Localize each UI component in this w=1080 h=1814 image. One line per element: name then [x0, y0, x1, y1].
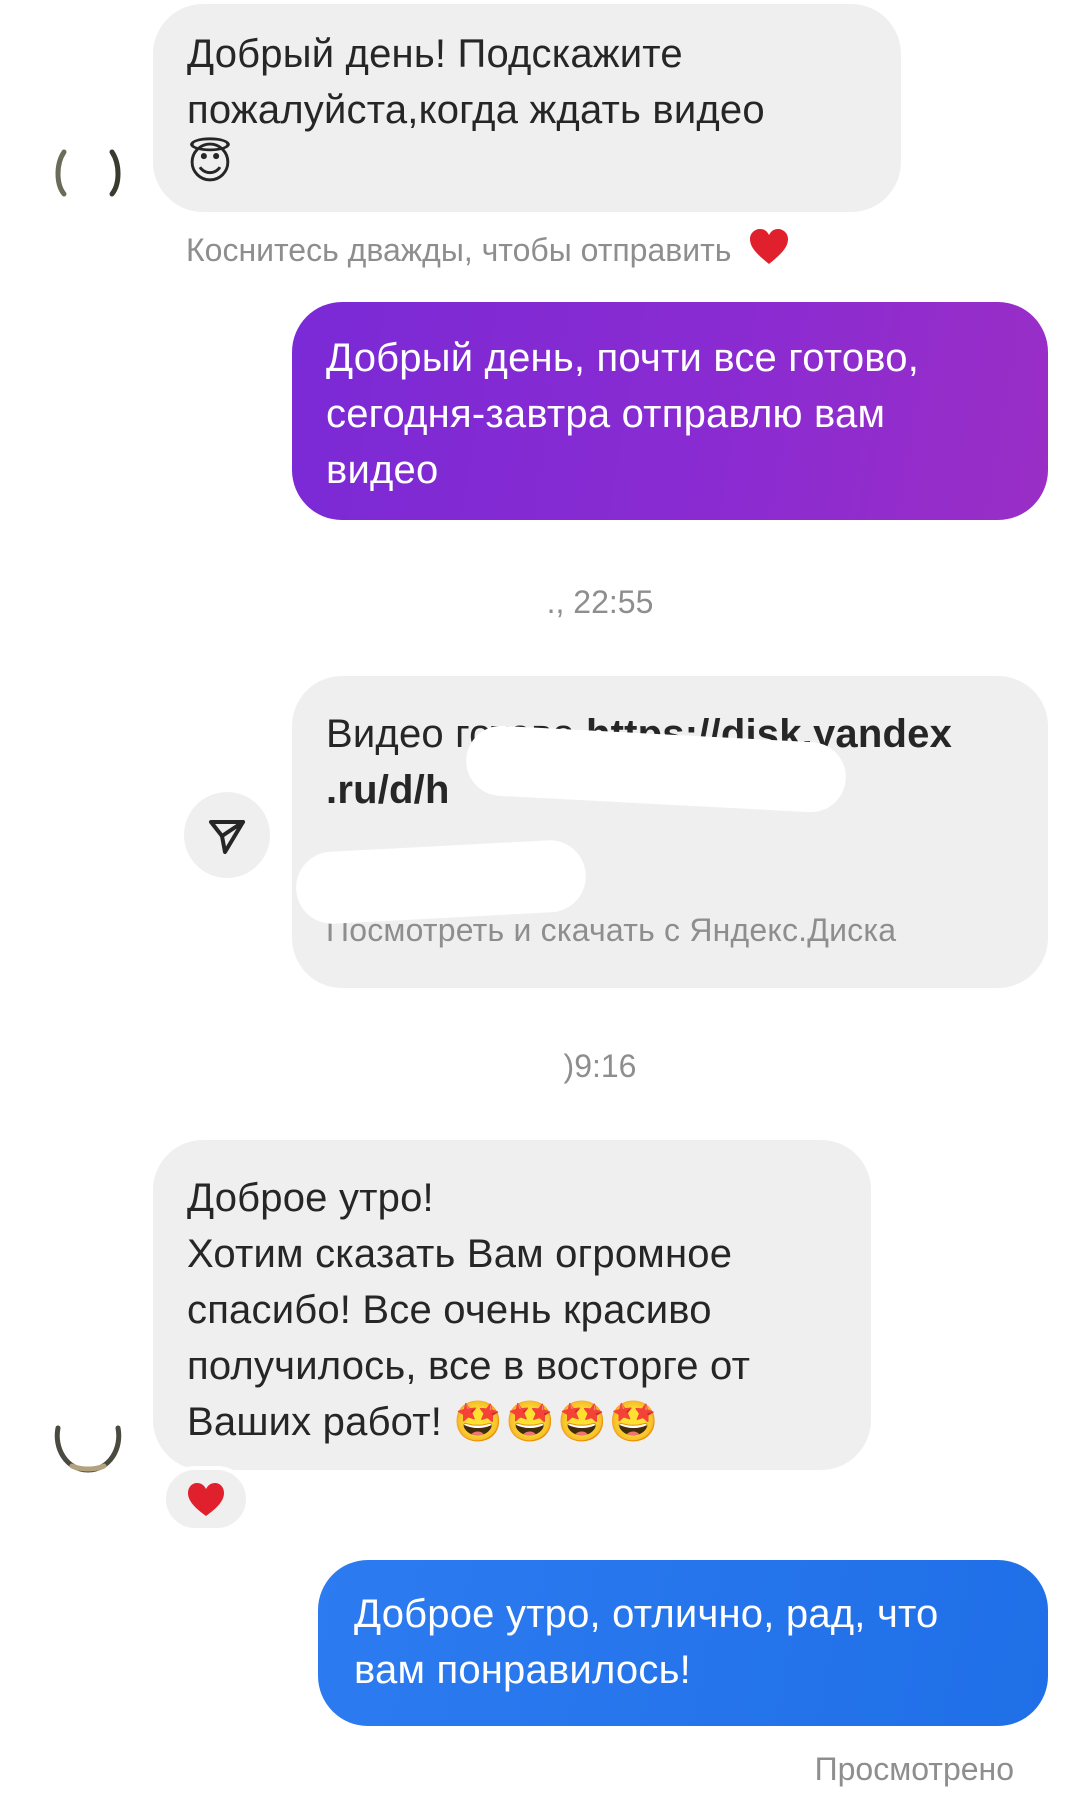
- seen-status: Просмотрено: [814, 1751, 1014, 1787]
- avatar-ring-icon: [55, 149, 121, 197]
- message-text-line: спасибо! Все очень красиво: [187, 1288, 712, 1332]
- message-text-line: Доброе утро, отлично, рад, что: [354, 1592, 939, 1636]
- message-text-line: сегодня-завтра отправлю вам: [326, 392, 886, 436]
- message-incoming-2[interactable]: Доброе утро! Хотим сказать Вам огромное …: [153, 1140, 871, 1470]
- star-struck-emoji-icon: 🤩🤩🤩🤩: [453, 1399, 661, 1445]
- message-text-line: Хотим сказать Вам огромное: [187, 1232, 733, 1276]
- message-text-line: пожалуйста,когда ждать видео: [187, 88, 765, 132]
- message-outgoing-1[interactable]: Добрый день, почти все готово, сегодня-з…: [292, 302, 1048, 520]
- message-outgoing-link[interactable]: Видео готово https://disk.yandex .ru/d/h…: [292, 676, 1048, 988]
- message-text-line: получилось, все в восторге от: [187, 1344, 751, 1388]
- reaction-badge[interactable]: ❤️: [162, 1466, 250, 1532]
- double-tap-hint-label: Коснитесь дважды, чтобы отправить: [186, 232, 732, 268]
- timestamp: ., 22:55: [546, 584, 654, 620]
- redaction-mark: [294, 838, 588, 926]
- message-outgoing-2[interactable]: Доброе утро, отлично, рад, что вам понра…: [318, 1560, 1048, 1726]
- heart-icon: [188, 1483, 224, 1516]
- send-icon: [209, 820, 245, 854]
- avatar[interactable]: [50, 134, 126, 210]
- double-tap-hint[interactable]: Коснитесь дважды, чтобы отправить: [186, 228, 790, 272]
- message-text-line: Добрый день! Подскажите: [187, 32, 683, 76]
- message-text-fragment: Ваших работ!: [187, 1400, 443, 1444]
- message-incoming-1[interactable]: Добрый день! Подскажите пожалуйста,когда…: [153, 4, 901, 212]
- message-text-line: Доброе утро!: [187, 1176, 434, 1220]
- message-text-line: Ваших работ! 🤩🤩🤩🤩: [187, 1394, 837, 1450]
- message-text-line: вам понравилось!: [354, 1648, 691, 1692]
- timestamp: )9:16: [563, 1048, 637, 1084]
- smiling-halo-emoji-icon: 😇: [187, 138, 234, 189]
- message-text-line: Добрый день, почти все готово,: [326, 336, 920, 380]
- message-text-line: видео: [326, 448, 439, 492]
- avatar-ring-icon: [54, 1425, 122, 1473]
- heart-icon[interactable]: [748, 228, 790, 277]
- share-button[interactable]: [184, 792, 270, 878]
- avatar[interactable]: [50, 1400, 126, 1476]
